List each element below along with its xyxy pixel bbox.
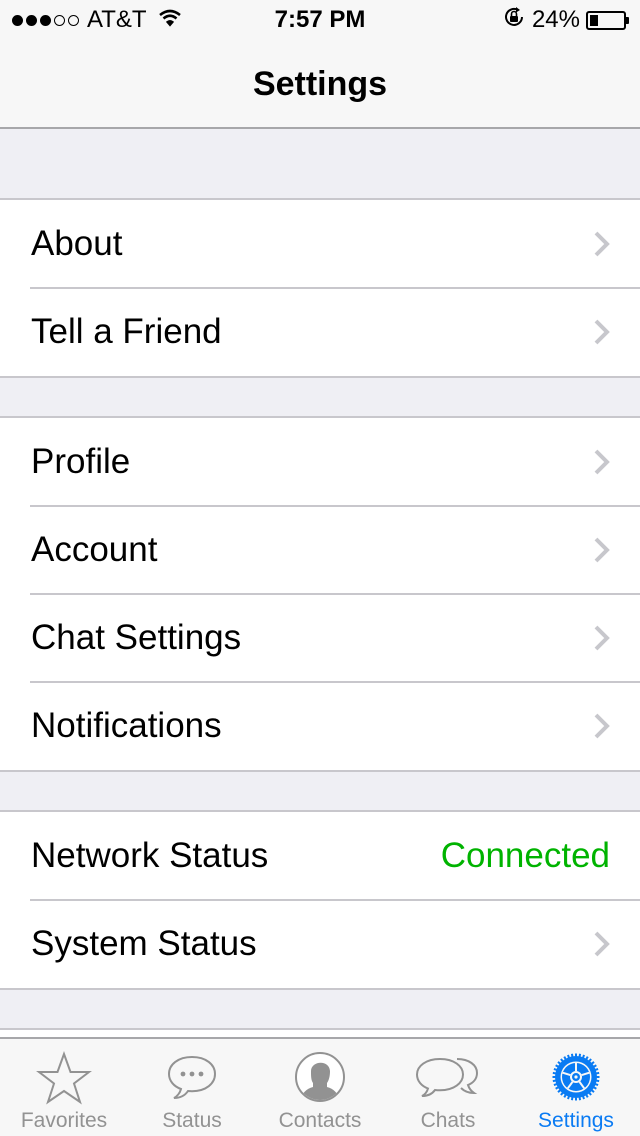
section-gap — [0, 378, 640, 416]
tab-label: Settings — [538, 1109, 614, 1132]
settings-list: About Tell a Friend Profile Account Chat… — [0, 129, 640, 1058]
battery-icon — [586, 10, 630, 30]
tab-settings[interactable]: Settings — [512, 1039, 640, 1136]
row-label: Network Status — [31, 836, 269, 875]
tab-bar: Favorites Status Contacts Chats Settings — [0, 1037, 640, 1136]
row-label: Chat Settings — [31, 618, 242, 657]
row-chat-settings[interactable]: Chat Settings — [0, 593, 640, 682]
page-title: Settings — [252, 65, 388, 103]
section-gap — [0, 129, 640, 198]
row-profile[interactable]: Profile — [0, 418, 640, 506]
section-info: About Tell a Friend — [0, 198, 640, 378]
battery-fill — [590, 14, 598, 26]
contact-avatar-icon — [290, 1051, 350, 1107]
row-label: Notifications — [31, 706, 222, 745]
chat-bubbles-icon — [413, 1051, 483, 1107]
speech-bubble-icon — [162, 1051, 222, 1107]
chevron-right-icon — [594, 931, 610, 957]
navigation-bar: Settings — [0, 40, 640, 129]
row-tell-a-friend[interactable]: Tell a Friend — [0, 287, 640, 376]
tab-label: Chats — [420, 1109, 476, 1132]
section-status: Network Status Connected System Status — [0, 810, 640, 990]
chevron-right-icon — [594, 231, 610, 257]
chevron-right-icon — [594, 537, 610, 563]
chevron-right-icon — [594, 713, 610, 739]
row-label: About — [31, 224, 123, 263]
row-about[interactable]: About — [0, 200, 640, 288]
battery-percent: 24% — [531, 6, 580, 33]
section-settings: Profile Account Chat Settings Notificati… — [0, 416, 640, 772]
row-label: System Status — [31, 924, 257, 963]
tab-chats[interactable]: Chats — [384, 1039, 512, 1136]
row-label: Account — [31, 530, 158, 569]
row-label: Profile — [31, 442, 131, 481]
status-bar: AT&T 7:57 PM 24% — [0, 0, 640, 40]
row-system-status[interactable]: System Status — [0, 899, 640, 988]
tab-status[interactable]: Status — [128, 1039, 256, 1136]
status-right: 24% — [502, 5, 630, 36]
row-account[interactable]: Account — [0, 505, 640, 594]
tab-favorites[interactable]: Favorites — [0, 1039, 128, 1136]
chevron-right-icon — [594, 625, 610, 651]
chevron-right-icon — [594, 449, 610, 475]
tab-label: Status — [162, 1109, 222, 1132]
gear-icon — [546, 1051, 606, 1107]
tab-contacts[interactable]: Contacts — [256, 1039, 384, 1136]
row-notifications[interactable]: Notifications — [0, 681, 640, 770]
network-status-value: Connected — [440, 836, 610, 875]
rotation-lock-icon — [502, 5, 526, 36]
section-gap — [0, 990, 640, 1028]
star-icon — [34, 1051, 94, 1107]
tab-label: Contacts — [278, 1109, 362, 1132]
section-gap — [0, 772, 640, 810]
tab-label: Favorites — [20, 1109, 108, 1132]
row-label: Tell a Friend — [31, 312, 222, 351]
row-network-status: Network Status Connected — [0, 812, 640, 900]
chevron-right-icon — [594, 319, 610, 345]
